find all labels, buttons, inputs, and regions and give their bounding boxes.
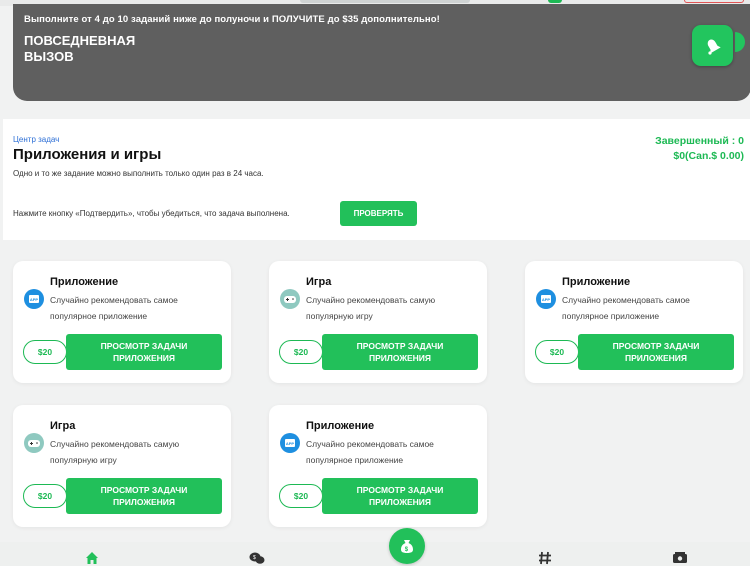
page-title: Приложения и игры	[13, 146, 162, 163]
gamepad-icon	[24, 433, 44, 453]
reward-badge: $20	[23, 484, 67, 508]
task-center-panel: Центр задач Приложения и игры Одно и то …	[3, 119, 750, 240]
app-icon: APP	[280, 433, 300, 453]
app-icon: APP	[24, 289, 44, 309]
earned-amount: $0(Can.$ 0.00)	[673, 150, 744, 162]
svg-text:$: $	[253, 555, 256, 561]
reward-badge: $20	[23, 340, 67, 364]
reward-badge: $20	[535, 340, 579, 364]
completed-count: Завершенный : 0	[655, 135, 744, 147]
view-task-button[interactable]: ПРОСМОТР ЗАДАЧИ ПРИЛОЖЕНИЯ	[66, 478, 222, 514]
badge-tail	[735, 32, 745, 52]
view-task-button[interactable]: ПРОСМОТР ЗАДАЧИ ПРИЛОЖЕНИЯ	[66, 334, 222, 370]
task-limit-note: Одно и то же задание можно выполнить тол…	[13, 169, 264, 178]
reward-badge: $20	[279, 340, 323, 364]
card-description: Случайно рекомендовать самую популярную …	[50, 439, 180, 465]
card-description: Случайно рекомендовать самое популярное …	[50, 295, 178, 321]
banner-promo-text: Выполните от 4 до 10 заданий ниже до пол…	[24, 14, 440, 25]
task-card-app[interactable]: APP Приложение Случайно рекомендовать са…	[525, 261, 743, 383]
banner-title: ПОВСЕДНЕВНАЯ ВЫЗОВ	[24, 33, 136, 64]
card-title: Игра	[50, 420, 76, 432]
top-tab-indicator	[300, 0, 470, 3]
hashtag-icon[interactable]	[537, 550, 553, 566]
top-green-indicator	[548, 0, 562, 3]
task-center-kicker: Центр задач	[13, 135, 60, 144]
card-description: Случайно рекомендовать самое популярное …	[562, 295, 690, 321]
card-title: Игра	[306, 276, 332, 288]
view-task-button[interactable]: ПРОСМОТР ЗАДАЧИ ПРИЛОЖЕНИЯ	[578, 334, 734, 370]
task-card-game[interactable]: Игра Случайно рекомендовать самую популя…	[13, 405, 231, 527]
card-title: Приложение	[306, 420, 375, 432]
top-red-button[interactable]	[684, 0, 744, 3]
bell-icon[interactable]	[692, 25, 733, 66]
card-title: Приложение	[50, 276, 119, 288]
verify-button[interactable]: ПРОВЕРЯТЬ	[340, 201, 417, 226]
money-bag-icon[interactable]: $	[389, 528, 425, 564]
card-title: Приложение	[562, 276, 631, 288]
bottom-nav: $	[0, 542, 750, 566]
daily-challenge-banner[interactable]: Выполните от 4 до 10 заданий ниже до пол…	[13, 4, 750, 101]
ticket-icon[interactable]	[672, 550, 688, 566]
task-card-app[interactable]: APP Приложение Случайно рекомендовать са…	[13, 261, 231, 383]
reward-badge: $20	[279, 484, 323, 508]
view-task-button[interactable]: ПРОСМОТР ЗАДАЧИ ПРИЛОЖЕНИЯ	[322, 334, 478, 370]
confirm-hint: Нажмите кнопку «Подтвердить», чтобы убед…	[13, 209, 290, 218]
card-description: Случайно рекомендовать самое популярное …	[306, 439, 434, 465]
gamepad-icon	[280, 289, 300, 309]
app-icon: APP	[536, 289, 556, 309]
view-task-button[interactable]: ПРОСМОТР ЗАДАЧИ ПРИЛОЖЕНИЯ	[322, 478, 478, 514]
task-card-app[interactable]: APP Приложение Случайно рекомендовать са…	[269, 405, 487, 527]
home-icon[interactable]	[84, 550, 100, 566]
task-card-game[interactable]: Игра Случайно рекомендовать самую популя…	[269, 261, 487, 383]
card-description: Случайно рекомендовать самую популярную …	[306, 295, 436, 321]
chat-icon[interactable]: $	[249, 550, 265, 566]
